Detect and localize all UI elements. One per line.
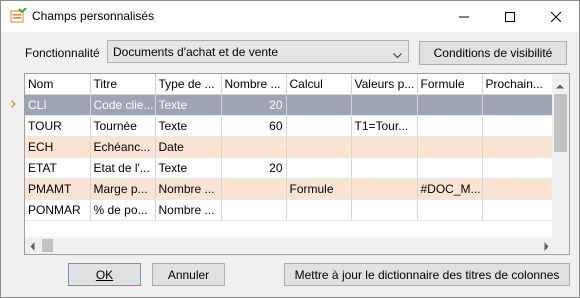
cell-prochain[interactable] [482, 136, 554, 158]
column-header-type[interactable]: Type de ... [155, 74, 222, 95]
minimize-button[interactable] [441, 1, 487, 32]
cell-valeurs[interactable] [351, 178, 418, 200]
maximize-icon [505, 11, 515, 22]
cell-nombre[interactable] [221, 199, 287, 221]
app-icon [10, 7, 27, 25]
cell-titre[interactable]: Etat de l'... [90, 157, 156, 179]
cell-formule[interactable] [417, 136, 483, 158]
cell-nom[interactable]: ETAT [25, 157, 91, 179]
ok-button-label: OK [95, 267, 114, 282]
maximize-button[interactable] [487, 1, 533, 32]
update-dictionary-button[interactable]: Mettre à jour le dictionnaire des titres… [284, 263, 570, 286]
column-header-valeurs[interactable]: Valeurs p... [351, 74, 418, 95]
cell-valeurs[interactable]: T1=Tour... [351, 115, 418, 137]
table-row[interactable]: TOUR Tournée Texte 60 T1=Tour... [25, 115, 554, 137]
vertical-scrollbar[interactable] [552, 74, 569, 238]
functionality-value: Documents d'achat et de vente [113, 45, 279, 59]
column-header-nombre[interactable]: Nombre ... [221, 74, 287, 95]
column-header-nom[interactable]: Nom [25, 74, 91, 95]
cell-prochain[interactable] [482, 157, 554, 179]
cell-valeurs[interactable] [351, 136, 418, 158]
cell-prochain[interactable] [482, 178, 554, 200]
cell-formule[interactable] [417, 199, 483, 221]
ok-button[interactable]: OK [68, 263, 141, 286]
minimize-icon [459, 16, 469, 17]
table-row[interactable]: ECH Echéanc... Date [25, 136, 554, 158]
column-header-formule[interactable]: Formule [417, 74, 483, 95]
cell-nom[interactable]: TOUR [25, 115, 91, 137]
cell-titre[interactable]: Marge p... [90, 178, 156, 200]
table-row[interactable]: CLI Code clie... Texte 20 [25, 94, 554, 116]
cell-titre[interactable]: Echéanc... [90, 136, 156, 158]
horizontal-scrollbar[interactable] [25, 237, 569, 254]
cell-prochain[interactable] [482, 115, 554, 137]
cell-calcul[interactable] [286, 115, 352, 137]
cell-type[interactable]: Texte [155, 115, 222, 137]
cell-type[interactable]: Nombre ... [155, 178, 222, 200]
row-indicator-column [8, 74, 23, 254]
dialog-window: Champs personnalisés Fonctionnalité Docu… [0, 0, 580, 298]
cell-type[interactable]: Nombre ... [155, 199, 222, 221]
cell-nombre[interactable]: 60 [221, 115, 287, 137]
cell-nombre[interactable] [221, 178, 287, 200]
table-row[interactable]: PMAMT Marge p... Nombre ... Formule #DOC… [25, 178, 554, 200]
cell-prochain[interactable] [482, 94, 554, 116]
cell-calcul[interactable] [286, 199, 352, 221]
close-button[interactable] [533, 1, 579, 32]
cell-valeurs[interactable] [351, 199, 418, 221]
functionality-label: Fonctionnalité [25, 46, 100, 60]
custom-fields-grid[interactable]: Nom Titre Type de ... Nombre ... Calcul … [24, 73, 570, 255]
update-dictionary-label: Mettre à jour le dictionnaire des titres… [294, 267, 560, 282]
table-row[interactable]: PONMAR % de po... Nombre ... [25, 199, 554, 221]
cell-type[interactable]: Texte [155, 157, 222, 179]
cell-nom[interactable]: ECH [25, 136, 91, 158]
cell-nombre[interactable]: 20 [221, 157, 287, 179]
fields-table: Nom Titre Type de ... Nombre ... Calcul … [25, 74, 554, 221]
title-bar: Champs personnalisés [1, 1, 579, 32]
cell-calcul[interactable] [286, 136, 352, 158]
close-icon [551, 11, 561, 22]
chevron-down-icon [393, 48, 402, 62]
table-header-row: Nom Titre Type de ... Nombre ... Calcul … [25, 74, 554, 95]
cell-nombre[interactable]: 20 [221, 94, 287, 116]
cell-nom[interactable]: PMAMT [25, 178, 91, 200]
cell-titre[interactable]: Tournée [90, 115, 156, 137]
cell-formule[interactable] [417, 94, 483, 116]
visibility-conditions-button[interactable]: Conditions de visibilité [419, 41, 567, 65]
cell-valeurs[interactable] [351, 94, 418, 116]
cell-nombre[interactable] [221, 136, 287, 158]
horizontal-scroll-thumb[interactable] [42, 239, 53, 252]
table-row[interactable]: ETAT Etat de l'... Texte 20 [25, 157, 554, 179]
cancel-button[interactable]: Annuler [152, 263, 225, 286]
cell-formule[interactable]: #DOC_M... [417, 178, 483, 200]
cell-prochain[interactable] [482, 199, 554, 221]
column-header-prochain[interactable]: Prochain... [482, 74, 554, 95]
cell-nom[interactable]: CLI [25, 94, 91, 116]
column-header-calcul[interactable]: Calcul [286, 74, 352, 95]
scroll-up-icon[interactable] [556, 78, 564, 92]
cell-nom[interactable]: PONMAR [25, 199, 91, 221]
cell-calcul[interactable] [286, 94, 352, 116]
cell-titre[interactable]: Code clie... [90, 94, 156, 116]
cell-titre[interactable]: % de po... [90, 199, 156, 221]
cell-type[interactable]: Texte [155, 94, 222, 116]
cell-formule[interactable] [417, 157, 483, 179]
cell-calcul[interactable] [286, 157, 352, 179]
cell-calcul[interactable]: Formule [286, 178, 352, 200]
cell-valeurs[interactable] [351, 157, 418, 179]
functionality-select[interactable]: Documents d'achat et de vente [107, 40, 409, 63]
scroll-right-icon[interactable] [544, 240, 549, 254]
cancel-button-label: Annuler [167, 267, 210, 282]
cell-formule[interactable] [417, 115, 483, 137]
window-title: Champs personnalisés [32, 9, 155, 23]
vertical-scroll-thumb[interactable] [554, 94, 567, 152]
scroll-left-icon[interactable] [30, 240, 35, 254]
column-header-titre[interactable]: Titre [90, 74, 156, 95]
current-row-arrow-icon [11, 97, 17, 111]
cell-type[interactable]: Date [155, 136, 222, 158]
